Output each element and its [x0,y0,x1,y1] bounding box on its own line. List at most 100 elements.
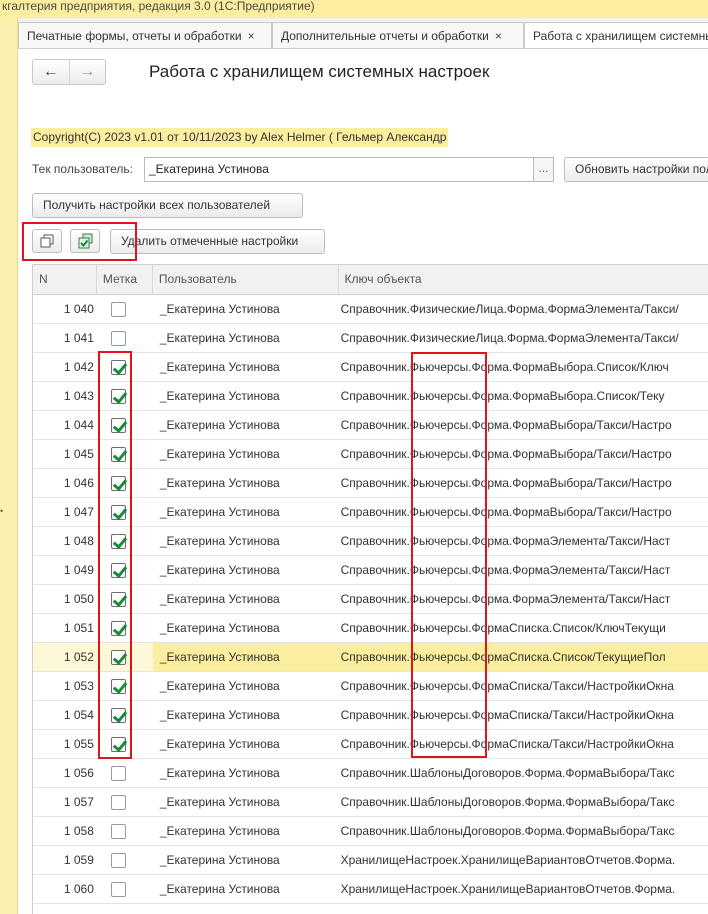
table-body: 1 040 _Екатерина Устинова Справочник.Физич… [33,295,708,904]
mark-checkbox[interactable] [110,620,126,636]
row-user: _Екатерина Устинова [159,882,280,896]
row-user: _Екатерина Устинова [159,737,280,751]
row-number: 1 058 [63,824,94,838]
table-row[interactable]: 1 054 _Екатерина Устинова Справочник.Фьюче… [33,701,708,730]
table-row[interactable]: 1 041 _Екатерина Устинова Справочник.Физич… [33,324,708,353]
row-mark-cell [97,585,153,613]
row-object-key: Справочник.Фьючерсы.ФормаСписка/Такси/На… [340,679,674,693]
table-row[interactable]: 1 048 _Екатерина Устинова Справочник.Фьюче… [33,527,708,556]
table-row[interactable]: 1 058 _Екатерина Устинова Справочник.Шабло… [33,817,708,846]
row-user: _Екатерина Устинова [159,360,280,374]
row-user: _Екатерина Устинова [159,621,280,635]
row-user: _Екатерина Устинова [159,679,280,693]
table-row[interactable]: 1 060 _Екатерина Устинова ХранилищеНастрое… [33,875,708,904]
row-object-key: Справочник.Фьючерсы.Форма.ФормаВыбора.Сп… [340,360,669,374]
row-object-key: Справочник.ФизическиеЛица.Форма.ФормаЭле… [340,331,679,345]
mark-checkbox[interactable] [110,765,126,781]
row-user: _Екатерина Устинова [159,853,280,867]
table-row[interactable]: 1 051 _Екатерина Устинова Справочник.Фьюче… [33,614,708,643]
table-row[interactable]: 1 044 _Екатерина Устинова Справочник.Фьюче… [33,411,708,440]
column-header-key[interactable]: Ключ объекта [339,265,708,294]
table-row[interactable]: 1 047 _Екатерина Устинова Справочник.Фьюче… [33,498,708,527]
tab-additional-reports[interactable]: Дополнительные отчеты и обработки × [272,22,524,48]
get-all-users-settings-button[interactable]: Получить настройки всех пользователей [32,193,303,218]
mark-checkbox[interactable] [110,736,126,752]
row-object-key: Справочник.ШаблоныДоговоров.Форма.ФормаВ… [340,824,675,838]
tab-print-forms[interactable]: Печатные формы, отчеты и обработки × [18,22,272,48]
row-object-key: Справочник.ФизическиеЛица.Форма.ФормаЭле… [340,302,679,316]
row-mark-cell [97,295,153,323]
close-icon[interactable]: × [248,29,255,43]
table-row[interactable]: 1 059 _Екатерина Устинова ХранилищеНастрое… [33,846,708,875]
refresh-settings-button[interactable]: Обновить настройки пользователя [564,157,708,182]
table-row[interactable]: 1 046 _Екатерина Устинова Справочник.Фьюче… [33,469,708,498]
table-row[interactable]: 1 055 _Екатерина Устинова Справочник.Фьюче… [33,730,708,759]
mark-checkbox[interactable] [110,562,126,578]
row-number: 1 046 [63,476,94,490]
mark-checkbox[interactable] [110,823,126,839]
table-row[interactable]: 1 053 _Екатерина Устинова Справочник.Фьюче… [33,672,708,701]
column-header-mark[interactable]: Метка [97,265,153,294]
delete-marked-settings-button[interactable]: Удалить отмеченные настройки [110,229,325,254]
column-header-user[interactable]: Пользователь [153,265,339,294]
mark-checkbox[interactable] [110,330,126,346]
table-row[interactable]: 1 056 _Екатерина Устинова Справочник.Шабло… [33,759,708,788]
copyright-text: Copyright(C) 2023 v1.01 от 10/11/2023 by… [31,128,449,147]
row-user: _Екатерина Устинова [159,795,280,809]
mark-checkbox[interactable] [110,591,126,607]
mark-checkbox[interactable] [110,852,126,868]
row-mark-cell [97,382,153,410]
row-object-key: Справочник.Фьючерсы.Форма.ФормаВыбора/Та… [340,418,672,432]
row-object-key: Справочник.Фьючерсы.ФормаСписка/Такси/На… [340,708,674,722]
user-label: Тек пользователь: [32,162,133,176]
row-mark-cell [97,614,153,642]
mark-checkbox[interactable] [110,504,126,520]
mark-checkbox[interactable] [110,446,126,462]
row-object-key: Справочник.Фьючерсы.Форма.ФормаЭлемента/… [340,592,671,606]
table-row[interactable]: 1 045 _Екатерина Устинова Справочник.Фьюче… [33,440,708,469]
row-mark-cell [97,527,153,555]
table-row[interactable]: 1 042 _Екатерина Устинова Справочник.Фьюче… [33,353,708,382]
mark-checkbox[interactable] [110,707,126,723]
mark-checkbox[interactable] [110,388,126,404]
page-title: Работа с хранилищем системных настроек [149,62,490,81]
table-row[interactable]: 1 052 _Екатерина Устинова Справочник.Фьюче… [33,643,708,672]
column-header-n[interactable]: N [33,265,97,294]
forward-arrow-icon[interactable]: → [68,60,106,84]
row-user: _Екатерина Устинова [159,389,280,403]
copy-icon[interactable] [32,229,62,253]
row-mark-cell [97,759,153,787]
mark-checkbox[interactable] [110,678,126,694]
mark-checkbox[interactable] [110,417,126,433]
tab-label: Печатные формы, отчеты и обработки [27,29,242,43]
row-user: _Екатерина Устинова [159,708,280,722]
mark-checkbox[interactable] [110,533,126,549]
mark-checkbox[interactable] [110,301,126,317]
row-number: 1 048 [63,534,94,548]
tab-settings-storage[interactable]: Работа с хранилищем системных настроек [524,22,708,48]
row-number: 1 059 [63,853,94,867]
row-object-key: Справочник.ШаблоныДоговоров.Форма.ФормаВ… [340,795,675,809]
back-arrow-icon[interactable]: ← [33,60,69,84]
mark-checkbox[interactable] [110,881,126,897]
table-row[interactable]: 1 043 _Екатерина Устинова Справочник.Фьюче… [33,382,708,411]
mark-checkbox[interactable] [110,794,126,810]
row-user: _Екатерина Устинова [159,824,280,838]
table-row[interactable]: 1 057 _Екатерина Устинова Справочник.Шабло… [33,788,708,817]
user-input[interactable]: _Екатерина Устинова [144,157,534,182]
row-mark-cell [97,788,153,816]
mark-checkbox[interactable] [110,475,126,491]
select-user-button[interactable]: ... [533,157,554,182]
tab-label: Дополнительные отчеты и обработки [281,29,489,43]
row-number: 1 057 [63,795,94,809]
row-number: 1 040 [63,302,94,316]
mark-checkbox[interactable] [110,359,126,375]
check-all-icon[interactable] [70,229,100,253]
row-object-key: Справочник.Фьючерсы.Форма.ФормаЭлемента/… [340,563,671,577]
table-row[interactable]: 1 050 _Екатерина Устинова Справочник.Фьюче… [33,585,708,614]
table-row[interactable]: 1 049 _Екатерина Устинова Справочник.Фьюче… [33,556,708,585]
row-number: 1 050 [63,592,94,606]
mark-checkbox[interactable] [110,649,126,665]
close-icon[interactable]: × [495,29,502,43]
table-row[interactable]: 1 040 _Екатерина Устинова Справочник.Физич… [33,295,708,324]
